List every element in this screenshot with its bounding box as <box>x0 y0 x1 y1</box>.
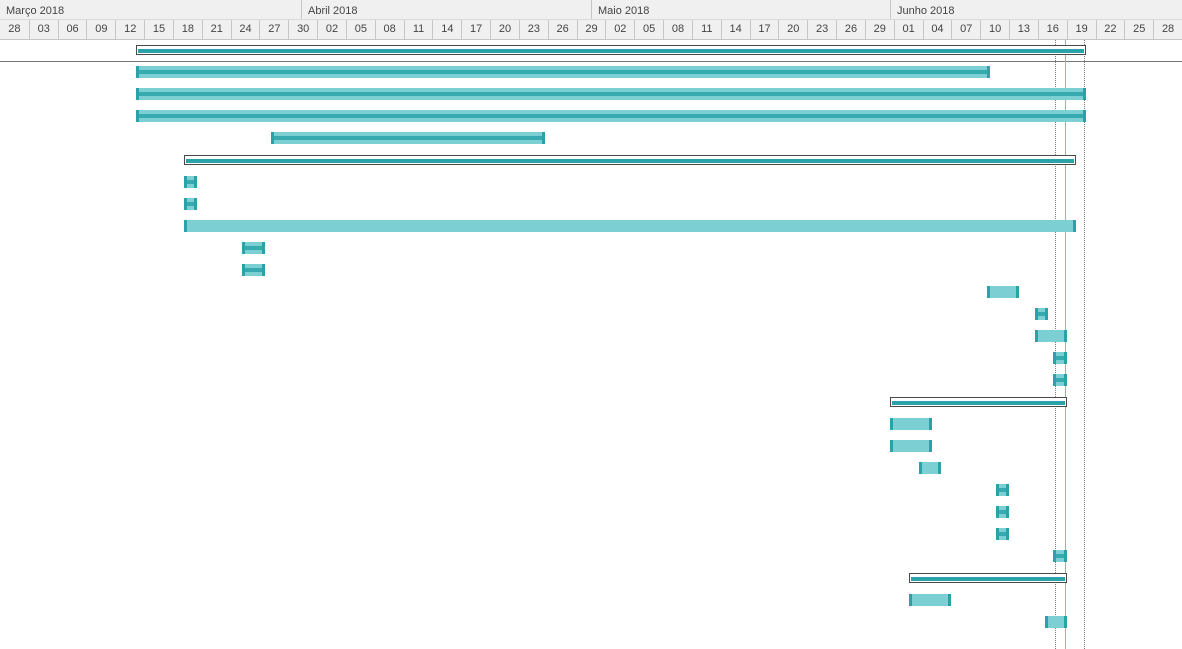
task-bar[interactable] <box>919 462 941 474</box>
task-bar[interactable] <box>1053 550 1067 562</box>
task-bar[interactable] <box>184 176 197 188</box>
gantt-chart-area[interactable] <box>0 40 1182 649</box>
task-bar[interactable] <box>890 418 932 430</box>
task-bar[interactable] <box>184 220 1076 232</box>
task-bar[interactable] <box>184 198 197 210</box>
timescale-day: 25 <box>1124 20 1153 39</box>
timescale-day: 23 <box>807 20 836 39</box>
timescale-day: 26 <box>836 20 865 39</box>
timescale-day: 18 <box>172 20 202 39</box>
timescale-month: Maio 2018 <box>591 0 890 19</box>
task-bar[interactable] <box>242 242 265 254</box>
task-bar[interactable] <box>271 132 545 144</box>
task-bar[interactable] <box>1035 308 1048 320</box>
timescale-day: 20 <box>778 20 807 39</box>
timescale-day: 16 <box>1037 20 1067 39</box>
timescale-day: 14 <box>432 20 461 39</box>
task-bar[interactable] <box>890 440 932 452</box>
task-bar[interactable] <box>136 66 990 78</box>
timescale-day: 24 <box>230 20 260 39</box>
timescale-day: 30 <box>288 20 317 39</box>
task-bar[interactable] <box>1045 616 1067 628</box>
task-bar[interactable] <box>1053 374 1067 386</box>
task-bar[interactable] <box>1035 330 1067 342</box>
task-bar[interactable] <box>136 110 1086 122</box>
timescale-month: Abril 2018 <box>301 0 591 19</box>
timescale-day: 13 <box>1009 20 1038 39</box>
timescale-day: 19 <box>1066 20 1096 39</box>
summary-task-bar[interactable] <box>890 397 1067 407</box>
timescale-day: 17 <box>749 20 779 39</box>
timescale-day: 22 <box>1095 20 1125 39</box>
timescale-day: 29 <box>576 20 606 39</box>
timescale-day: 11 <box>403 20 433 39</box>
timescale-day: 09 <box>86 20 115 39</box>
task-bar[interactable] <box>909 594 951 606</box>
timescale-day: 26 <box>547 20 577 39</box>
summary-task-bar[interactable] <box>184 155 1076 165</box>
timescale-day: 28 <box>8 23 21 35</box>
timescale-day: 08 <box>663 20 692 39</box>
timescale-day: 05 <box>345 20 375 39</box>
task-bar[interactable] <box>996 506 1009 518</box>
timescale-day: 28 <box>1153 20 1182 39</box>
task-bar[interactable] <box>996 484 1009 496</box>
timescale-day: 21 <box>201 20 231 39</box>
timescale-day: 07 <box>951 20 980 39</box>
timescale-header: Março 2018 Abril 2018 Maio 2018 Junho 2018 … <box>0 0 1182 40</box>
timescale-day: 08 <box>374 20 404 39</box>
timescale-day: 03 <box>28 20 58 39</box>
row-divider <box>0 61 1182 62</box>
task-bar[interactable] <box>136 88 1086 100</box>
task-bar[interactable] <box>996 528 1009 540</box>
timescale-day: 17 <box>461 20 490 39</box>
timescale-day: 20 <box>490 20 519 39</box>
task-bar[interactable] <box>987 286 1019 298</box>
timescale-day: 04 <box>922 20 952 39</box>
timescale-day: 14 <box>720 20 750 39</box>
timescale-day: 02 <box>317 20 346 39</box>
timescale-day: 29 <box>864 20 894 39</box>
timescale-day: 15 <box>144 20 173 39</box>
timescale-day: 01 <box>893 20 923 39</box>
timescale-day: 06 <box>57 20 87 39</box>
timescale-day: 10 <box>980 20 1009 39</box>
task-bar[interactable] <box>242 264 265 276</box>
summary-task-bar[interactable] <box>909 573 1067 583</box>
timescale-day: 23 <box>518 20 548 39</box>
task-bar[interactable] <box>1053 352 1067 364</box>
timescale-month: Junho 2018 <box>890 0 1182 19</box>
timescale-day: 11 <box>691 20 721 39</box>
timescale-day: 27 <box>259 20 288 39</box>
timescale-month: Março 2018 <box>6 5 65 17</box>
timescale-day: 05 <box>634 20 663 39</box>
timescale-day: 12 <box>115 20 144 39</box>
project-finish-marker <box>1084 40 1085 649</box>
timescale-day: 02 <box>605 20 634 39</box>
summary-task-bar[interactable] <box>136 45 1086 55</box>
